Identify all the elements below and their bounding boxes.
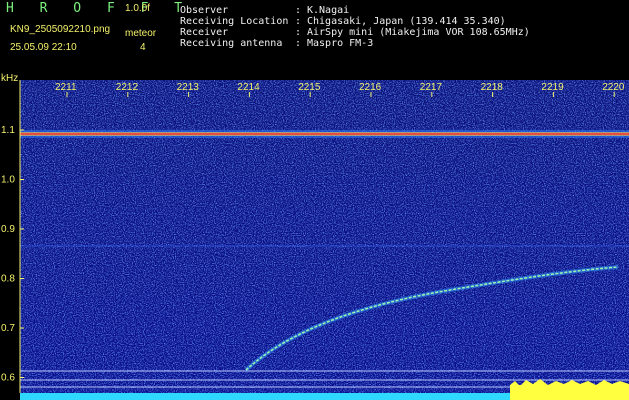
- x-tick-label: 2211: [55, 82, 77, 93]
- x-tick-label: 2213: [177, 82, 200, 93]
- bottom-bar-cyan: [20, 393, 510, 400]
- y-tick-label: 1.0: [1, 175, 15, 186]
- x-tick-label: 2217: [420, 82, 443, 93]
- y-tick-label: 0.9: [1, 224, 15, 235]
- y-tick-label: 0.8: [1, 274, 15, 285]
- x-tick-label: 2214: [237, 82, 260, 93]
- x-tick-label: 2220: [602, 82, 625, 93]
- x-tick-label: 2215: [298, 82, 321, 93]
- x-tick-label: 2212: [116, 82, 139, 93]
- x-tick-label: 2216: [359, 82, 382, 93]
- plot-noise-sparkle: [20, 80, 629, 393]
- x-tick-label: 2219: [541, 82, 564, 93]
- x-tick-label: 2218: [481, 82, 504, 93]
- y-tick-label: 0.7: [1, 323, 15, 334]
- spectrogram: 1.1 1.0 0.9 0.8 0.7 0.6 2211 2212 2213 2214 2215 2…: [1, 80, 629, 400]
- hrofft-screen: H R O F F T 1.0.0f KN9_2505092210.png me…: [0, 0, 629, 400]
- bottom-bar-yellow: [510, 385, 629, 400]
- y-tick-label: 1.1: [1, 125, 15, 136]
- y-tick-label: 0.6: [1, 373, 15, 384]
